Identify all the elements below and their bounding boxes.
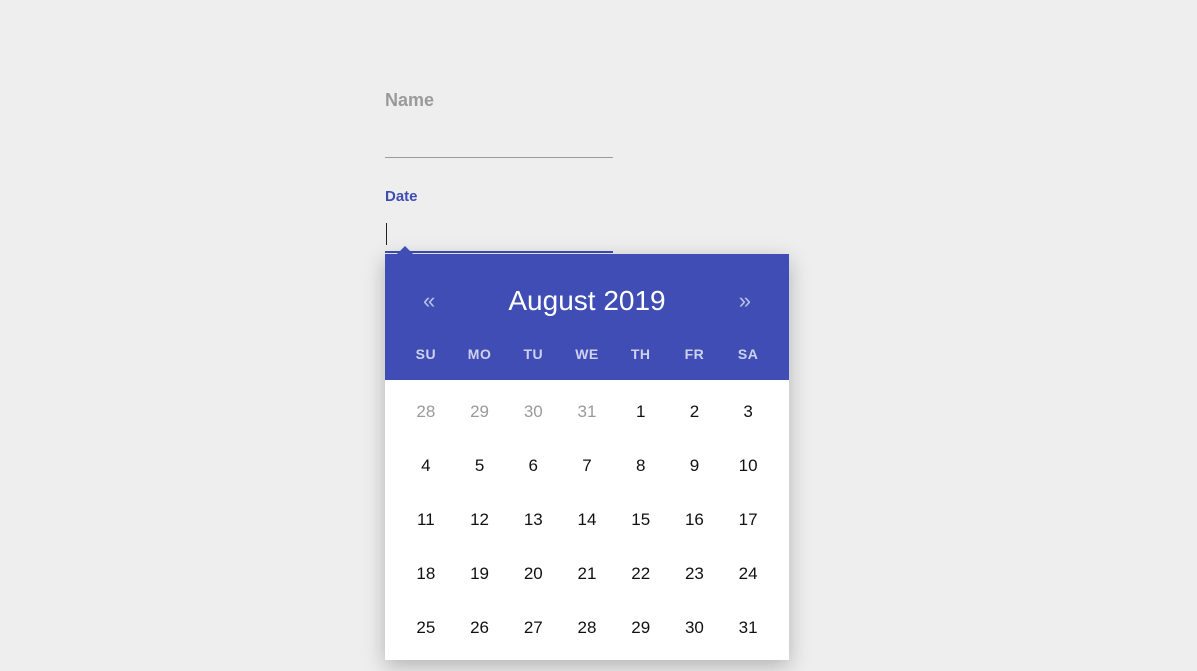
day-cell[interactable]: 9 — [668, 454, 722, 478]
calendar-row: 25262728293031 — [399, 616, 775, 640]
date-input-wrap — [385, 223, 613, 253]
date-label: Date — [385, 188, 613, 205]
name-label: Name — [385, 90, 613, 111]
weekday-fr: FR — [668, 346, 722, 362]
weekday-header-row: SU MO TU WE TH FR SA — [385, 328, 789, 380]
text-caret — [386, 223, 387, 245]
weekday-sa: SA — [721, 346, 775, 362]
weekday-th: TH — [614, 346, 668, 362]
day-cell[interactable]: 23 — [668, 562, 722, 586]
weekday-su: SU — [399, 346, 453, 362]
day-cell[interactable]: 30 — [668, 616, 722, 640]
calendar-row: 11121314151617 — [399, 508, 775, 532]
day-cell[interactable]: 28 — [399, 400, 453, 424]
day-cell[interactable]: 31 — [721, 616, 775, 640]
day-cell[interactable]: 21 — [560, 562, 614, 586]
day-cell[interactable]: 26 — [453, 616, 507, 640]
name-field: Name — [385, 90, 613, 158]
day-cell[interactable]: 14 — [560, 508, 614, 532]
calendar-row: 28293031123 — [399, 400, 775, 424]
prev-month-button[interactable]: « — [415, 284, 443, 318]
day-cell[interactable]: 3 — [721, 400, 775, 424]
day-cell[interactable]: 11 — [399, 508, 453, 532]
day-cell[interactable]: 8 — [614, 454, 668, 478]
day-cell[interactable]: 16 — [668, 508, 722, 532]
day-cell[interactable]: 24 — [721, 562, 775, 586]
date-input[interactable] — [385, 223, 613, 253]
day-cell[interactable]: 15 — [614, 508, 668, 532]
datepicker-header: « August 2019 » SU MO TU WE TH FR SA — [385, 254, 789, 380]
calendar-row: 45678910 — [399, 454, 775, 478]
day-cell[interactable]: 19 — [453, 562, 507, 586]
day-cell[interactable]: 25 — [399, 616, 453, 640]
day-cell[interactable]: 17 — [721, 508, 775, 532]
day-cell[interactable]: 22 — [614, 562, 668, 586]
weekday-tu: TU — [506, 346, 560, 362]
day-cell[interactable]: 4 — [399, 454, 453, 478]
day-cell[interactable]: 13 — [506, 508, 560, 532]
day-cell[interactable]: 6 — [506, 454, 560, 478]
date-field: Date — [385, 188, 613, 253]
day-cell[interactable]: 27 — [506, 616, 560, 640]
day-cell[interactable]: 5 — [453, 454, 507, 478]
day-cell[interactable]: 7 — [560, 454, 614, 478]
datepicker-pointer — [397, 246, 413, 254]
day-cell[interactable]: 2 — [668, 400, 722, 424]
datepicker-body: 2829303112345678910111213141516171819202… — [385, 380, 789, 660]
day-cell[interactable]: 31 — [560, 400, 614, 424]
day-cell[interactable]: 29 — [453, 400, 507, 424]
name-input[interactable] — [385, 129, 613, 158]
day-cell[interactable]: 29 — [614, 616, 668, 640]
day-cell[interactable]: 30 — [506, 400, 560, 424]
day-cell[interactable]: 28 — [560, 616, 614, 640]
calendar-row: 18192021222324 — [399, 562, 775, 586]
datepicker-title[interactable]: August 2019 — [508, 285, 665, 317]
next-month-button[interactable]: » — [731, 284, 759, 318]
day-cell[interactable]: 12 — [453, 508, 507, 532]
datepicker-nav: « August 2019 » — [385, 284, 789, 328]
day-cell[interactable]: 10 — [721, 454, 775, 478]
day-cell[interactable]: 1 — [614, 400, 668, 424]
weekday-mo: MO — [453, 346, 507, 362]
day-cell[interactable]: 20 — [506, 562, 560, 586]
datepicker: « August 2019 » SU MO TU WE TH FR SA 282… — [385, 254, 789, 660]
day-cell[interactable]: 18 — [399, 562, 453, 586]
weekday-we: WE — [560, 346, 614, 362]
